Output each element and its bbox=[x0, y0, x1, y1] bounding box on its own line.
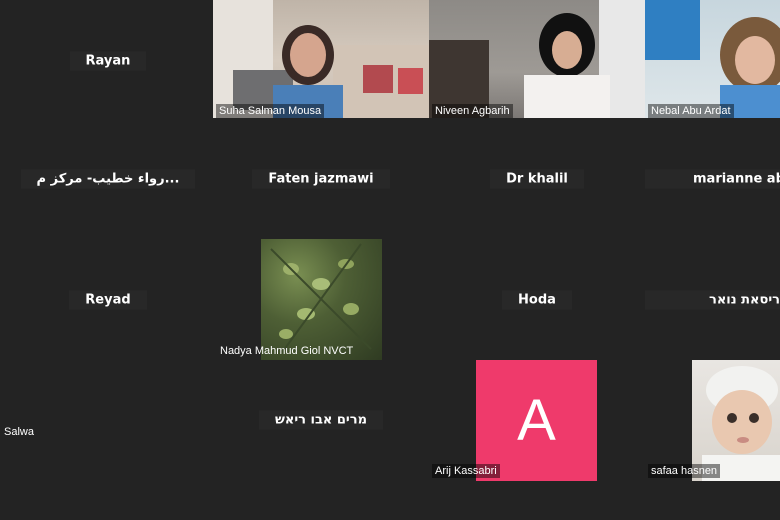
video-frame bbox=[429, 0, 645, 121]
participant-tile-mariam[interactable]: מרים אבו ריאש bbox=[213, 360, 429, 481]
participant-name: Niveen Agbarih bbox=[432, 104, 513, 118]
participant-tile-arij[interactable]: A Arij Kassabri bbox=[429, 360, 645, 481]
name-plate: מרים אבו ריאש bbox=[213, 410, 429, 430]
avatar: A bbox=[476, 360, 597, 481]
participant-name: Hoda bbox=[502, 290, 572, 309]
name-plate: Hoda bbox=[429, 290, 645, 309]
participant-tile-salwa[interactable]: Salwa bbox=[0, 360, 216, 481]
name-plate: marianne abir bbox=[645, 169, 780, 188]
participant-name: marianne abir bbox=[645, 169, 780, 188]
video-frame bbox=[213, 0, 429, 121]
participant-tile-niveen[interactable]: Niveen Agbarih bbox=[429, 0, 645, 121]
participant-tile-faten[interactable]: Faten jazmawi bbox=[213, 118, 429, 239]
participant-tile-dr-khalil[interactable]: Dr khalil bbox=[429, 118, 645, 239]
name-plate: ריסאת נואר bbox=[645, 290, 780, 309]
video-feed bbox=[645, 0, 780, 121]
participant-tile-rayan[interactable]: Rayan bbox=[0, 0, 216, 121]
participant-name: رواء خطيب- مركز م... bbox=[20, 169, 196, 188]
participant-name: Suha Salman Mousa bbox=[216, 104, 325, 118]
profile-picture bbox=[261, 239, 382, 360]
name-plate: Faten jazmawi bbox=[213, 169, 429, 188]
participant-name: Nadya Mahmud Giol NVCT bbox=[220, 345, 354, 357]
participant-tile-nadya[interactable]: Nadya Mahmud Giol NVCT bbox=[213, 239, 429, 360]
participant-name: ריסאת נואר bbox=[645, 290, 780, 309]
participant-name: Reyad bbox=[69, 290, 147, 309]
participant-tile-marianne[interactable]: marianne abir bbox=[645, 118, 780, 239]
name-plate: Dr khalil bbox=[429, 169, 645, 188]
participant-tile-rawaa[interactable]: رواء خطيب- مركز م... bbox=[0, 118, 216, 239]
participant-tile-safaa[interactable]: safaa hasnen bbox=[645, 360, 780, 481]
participant-name: Nebal Abu Ardat bbox=[648, 104, 734, 118]
participant-name: Faten jazmawi bbox=[252, 169, 390, 188]
olive-branch-image bbox=[270, 243, 372, 355]
video-feed bbox=[429, 0, 645, 121]
participant-name: Arij Kassabri bbox=[432, 464, 500, 478]
participant-name: Salwa bbox=[4, 426, 34, 438]
video-frame bbox=[645, 0, 780, 121]
participant-tile-nebal[interactable]: Nebal Abu Ardat bbox=[645, 0, 780, 121]
participant-name: safaa hasnen bbox=[648, 464, 721, 478]
name-plate: Rayan bbox=[0, 51, 216, 70]
profile-picture bbox=[692, 360, 780, 481]
name-plate: Reyad bbox=[0, 290, 216, 309]
video-feed bbox=[213, 0, 429, 121]
participant-name: Dr khalil bbox=[490, 169, 584, 188]
participant-tile-suha[interactable]: Suha Salman Mousa bbox=[213, 0, 429, 121]
participant-tile-hoda[interactable]: Hoda bbox=[429, 239, 645, 360]
name-plate: رواء خطيب- مركز م... bbox=[0, 169, 216, 188]
baby-photo bbox=[702, 366, 780, 481]
participant-name: Rayan bbox=[69, 51, 147, 70]
participant-name: מרים אבו ריאש bbox=[259, 410, 383, 430]
participant-tile-reyad[interactable]: Reyad bbox=[0, 239, 216, 360]
avatar-letter: A bbox=[517, 388, 556, 453]
participant-tile-risat[interactable]: ריסאת נואר bbox=[645, 239, 780, 360]
